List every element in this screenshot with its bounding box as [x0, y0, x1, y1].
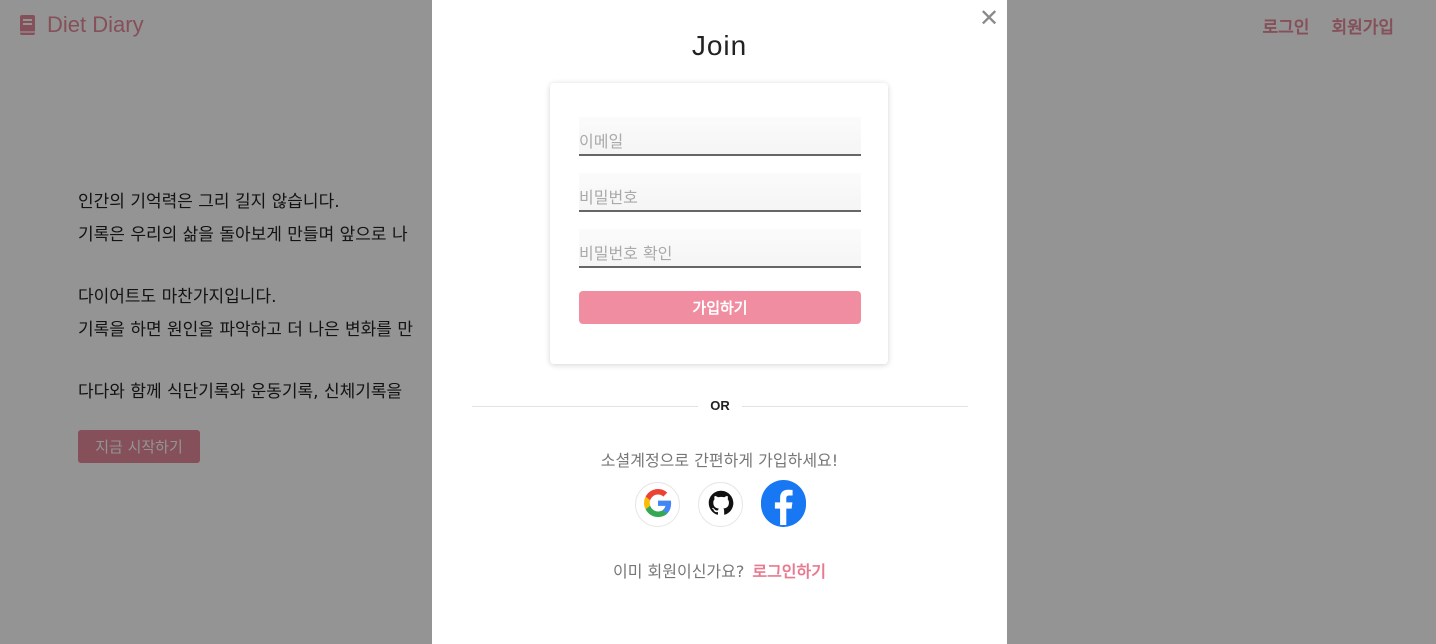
- github-icon: [707, 489, 735, 521]
- google-icon: [643, 488, 672, 521]
- go-login-link[interactable]: 로그인하기: [752, 562, 826, 581]
- social-signup-text: 소셜계정으로 간편하게 가입하세요!: [600, 451, 839, 470]
- join-submit-button[interactable]: 가입하기: [579, 291, 861, 324]
- google-login-button[interactable]: [635, 482, 680, 527]
- password-confirm-field[interactable]: [579, 229, 861, 268]
- modal-title: Join: [691, 30, 748, 61]
- facebook-icon: [761, 480, 806, 529]
- social-buttons: [635, 480, 806, 529]
- already-member-text: 이미 회원이신가요?: [613, 562, 745, 581]
- modal-footer: 이미 회원이신가요? 로그인하기: [432, 558, 1007, 582]
- github-login-button[interactable]: [698, 482, 743, 527]
- email-field[interactable]: [579, 117, 861, 156]
- close-icon[interactable]: ✕: [979, 6, 999, 30]
- password-field[interactable]: [579, 173, 861, 212]
- facebook-login-button[interactable]: [761, 480, 806, 529]
- join-modal: ✕ Join 가입하기 OR 소셜계정으로 간편하게 가입하세요!: [432, 0, 1007, 644]
- or-divider-text: OR: [698, 398, 742, 413]
